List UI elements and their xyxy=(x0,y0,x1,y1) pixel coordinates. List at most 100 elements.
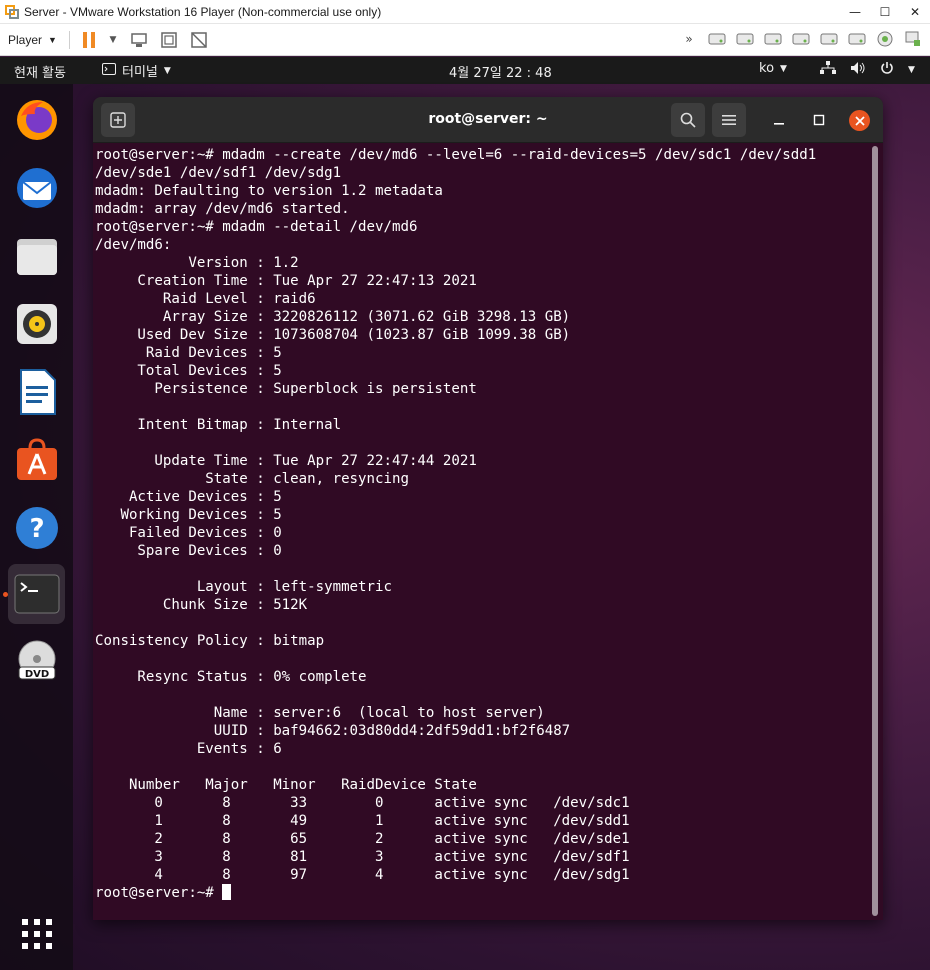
language-label: ko xyxy=(759,61,775,76)
terminal-title: root@server: ~ xyxy=(428,111,548,127)
app-menu[interactable]: 터미널 ▼ xyxy=(102,61,171,80)
help-icon[interactable]: ? xyxy=(8,498,65,558)
terminal-line: UUID : baf94662:03d80dd4:2df59dd1:bf2f64… xyxy=(95,723,571,739)
terminal-line: Working Devices : 5 xyxy=(95,507,282,523)
dvd-icon[interactable]: DVD xyxy=(8,632,65,692)
ubuntu-dock: ? DVD xyxy=(0,84,73,970)
terminal-line: Consistency Policy : bitmap xyxy=(95,633,325,649)
search-button[interactable] xyxy=(671,103,705,137)
terminal-line: Spare Devices : 0 xyxy=(95,543,282,559)
terminal-small-icon xyxy=(102,62,116,79)
hdd-icon[interactable] xyxy=(818,28,840,50)
terminal-line: Intent Bitmap : Internal xyxy=(95,417,342,433)
terminal-line: 4 8 97 4 active sync /dev/sdg1 xyxy=(95,867,630,883)
running-indicator xyxy=(3,592,8,597)
hdd-icon[interactable] xyxy=(734,28,756,50)
hdd-icon[interactable] xyxy=(846,28,868,50)
maximize-icon[interactable]: ☐ xyxy=(870,0,900,24)
vmware-window-title: Server - VMware Workstation 16 Player (N… xyxy=(24,4,382,19)
thunderbird-icon[interactable] xyxy=(8,158,65,218)
terminal-line: Resync Status : 0% complete xyxy=(95,669,367,685)
player-menu-button[interactable]: Player ▼ xyxy=(8,33,57,47)
terminal-line: Version : 1.2 xyxy=(95,255,299,271)
minimize-button[interactable] xyxy=(769,110,789,130)
vmware-titlebar: Server - VMware Workstation 16 Player (N… xyxy=(0,0,930,24)
terminal-headerbar[interactable]: root@server: ~ xyxy=(93,97,883,143)
hdd-icon[interactable] xyxy=(790,28,812,50)
hamburger-menu-button[interactable] xyxy=(712,103,746,137)
prompt-line[interactable]: root@server:~# xyxy=(95,884,865,902)
player-menu-label: Player xyxy=(8,32,43,47)
dropdown-arrow-icon: ▼ xyxy=(163,65,171,76)
terminal-line: /dev/md6: xyxy=(95,237,172,253)
terminal-line: root@server:~# mdadm --create /dev/md6 -… xyxy=(95,147,817,163)
device-icons: » xyxy=(678,28,924,50)
language-selector[interactable]: ko ▼ xyxy=(759,61,787,76)
maximize-button[interactable] xyxy=(809,110,829,130)
usb-icon[interactable] xyxy=(902,28,924,50)
hdd-icon[interactable] xyxy=(762,28,784,50)
firefox-icon[interactable] xyxy=(8,90,65,150)
vmware-logo-icon xyxy=(4,4,20,20)
clock[interactable]: 4월 27일 22 : 48 xyxy=(449,62,552,81)
app-grid-icon[interactable] xyxy=(8,904,65,964)
toolbar-divider xyxy=(68,30,70,49)
hdd-icon[interactable] xyxy=(706,28,728,50)
dropdown-arrow-icon: ▼ xyxy=(908,65,915,75)
vmware-toolbar: Player ▼ ▼ » xyxy=(0,24,930,56)
close-button[interactable] xyxy=(849,110,870,131)
terminal-line: Used Dev Size : 1073608704 (1023.87 GiB … xyxy=(95,327,571,343)
minimize-icon[interactable]: — xyxy=(840,0,870,24)
terminal-window[interactable]: root@server: ~ root@server:~# mdadm --cr… xyxy=(93,97,883,920)
terminal-line: Update Time : Tue Apr 27 22:47:44 2021 xyxy=(95,453,477,469)
terminal-line: Failed Devices : 0 xyxy=(95,525,282,541)
terminal-line: root@server:~# mdadm --detail /dev/md6 xyxy=(95,219,418,235)
unity-mode-icon[interactable] xyxy=(188,29,210,51)
send-ctrl-alt-del-icon[interactable] xyxy=(128,29,150,51)
system-menu[interactable]: ▼ xyxy=(820,61,915,79)
terminal-line: Total Devices : 5 xyxy=(95,363,282,379)
terminal-line: Active Devices : 5 xyxy=(95,489,282,505)
terminal-line: Raid Level : raid6 xyxy=(95,291,316,307)
terminal-line: mdadm: array /dev/md6 started. xyxy=(95,201,350,217)
app-menu-label: 터미널 xyxy=(122,65,158,80)
terminal-icon[interactable] xyxy=(8,564,65,624)
dropdown-arrow-icon: ▼ xyxy=(780,63,787,74)
network-icon[interactable] xyxy=(874,28,896,50)
terminal-line: Chunk Size : 512K xyxy=(95,597,308,613)
pause-dropdown-icon[interactable]: ▼ xyxy=(108,29,118,51)
terminal-scrollbar[interactable] xyxy=(872,146,878,916)
volume-icon xyxy=(850,61,866,79)
terminal-line: 2 8 65 2 active sync /dev/sde1 xyxy=(95,831,630,847)
ubuntu-software-icon[interactable] xyxy=(8,430,65,490)
text-cursor xyxy=(222,884,232,900)
close-icon[interactable]: ✕ xyxy=(900,0,930,24)
files-icon[interactable] xyxy=(8,226,65,286)
terminal-line: 3 8 81 3 active sync /dev/sdf1 xyxy=(95,849,630,865)
svg-text:DVD: DVD xyxy=(24,669,48,680)
shell-prompt: root@server:~# xyxy=(95,885,223,901)
terminal-line: /dev/sde1 /dev/sdf1 /dev/sdg1 xyxy=(95,165,342,181)
pause-icon[interactable] xyxy=(78,29,100,51)
fullscreen-icon[interactable] xyxy=(158,29,180,51)
double-chevron-icon[interactable]: » xyxy=(678,28,700,50)
terminal-line: Array Size : 3220826112 (3071.62 GiB 329… xyxy=(95,309,571,325)
terminal-line: mdadm: Defaulting to version 1.2 metadat… xyxy=(95,183,443,199)
terminal-line: State : clean, resyncing xyxy=(95,471,409,487)
rhythmbox-icon[interactable] xyxy=(8,294,65,354)
network-wired-icon xyxy=(820,61,836,79)
terminal-output[interactable]: root@server:~# mdadm --create /dev/md6 -… xyxy=(95,146,865,918)
libreoffice-writer-icon[interactable] xyxy=(8,362,65,422)
terminal-line: Name : server:6 (local to host server) xyxy=(95,705,545,721)
gnome-topbar: 현재 활동 터미널 ▼ 4월 27일 22 : 48 ko ▼ ▼ xyxy=(0,57,930,84)
terminal-line: Persistence : Superblock is persistent xyxy=(95,381,477,397)
activities-button[interactable]: 현재 활동 xyxy=(14,62,66,81)
terminal-line: Raid Devices : 5 xyxy=(95,345,282,361)
dropdown-arrow-icon: ▼ xyxy=(48,34,57,45)
